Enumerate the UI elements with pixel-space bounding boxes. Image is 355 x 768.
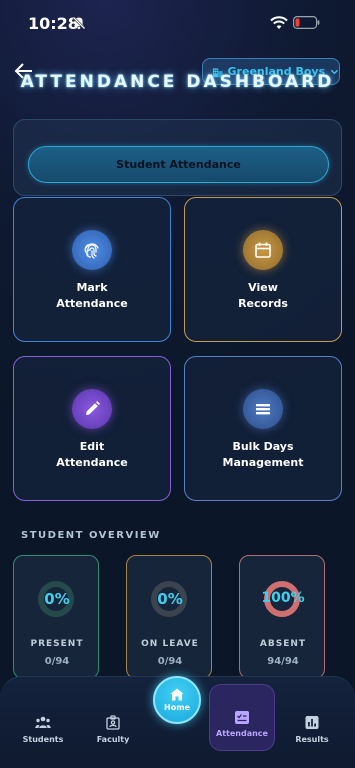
- calendar-icon: [243, 230, 283, 270]
- stack-icon: [243, 389, 283, 429]
- student-attendance-button[interactable]: Student Attendance: [28, 146, 329, 183]
- on-leave-percent: 0%: [157, 590, 183, 608]
- bulk-days-line1: Bulk Days: [232, 440, 294, 453]
- view-records-line2: Records: [238, 297, 288, 310]
- absent-percent: 100%: [261, 590, 305, 606]
- nav-faculty-label: Faculty: [96, 735, 130, 744]
- present-percent: 0%: [44, 590, 70, 608]
- bell-muted-icon: [72, 16, 86, 30]
- view-records-card[interactable]: View Records: [184, 197, 342, 342]
- home-icon: [170, 688, 184, 701]
- edit-attendance-line1: Edit: [79, 440, 105, 453]
- absent-label: ABSENT: [259, 639, 307, 649]
- student-overview-heading: STUDENT OVERVIEW: [21, 530, 161, 541]
- present-count: 0/94: [44, 656, 70, 667]
- mark-attendance-label: Mark Attendance: [27, 280, 157, 312]
- on-leave-count: 0/94: [157, 656, 183, 667]
- fingerprint-icon: [72, 230, 112, 270]
- status-bar: 10:28: [0, 0, 355, 46]
- home-label: Home: [164, 703, 190, 712]
- bar-chart-icon: [305, 716, 319, 729]
- present-label: PRESENT: [30, 639, 84, 649]
- on-leave-label: ON LEAVE: [141, 639, 199, 649]
- id-badge-icon: [106, 715, 120, 730]
- section-panel: Student Attendance: [13, 119, 342, 196]
- wifi-icon: [270, 16, 288, 29]
- people-group-icon: [35, 716, 51, 728]
- nav-attendance-label: Attendance: [216, 729, 268, 738]
- nav-students-label: Students: [22, 735, 64, 744]
- nav-results[interactable]: Results: [282, 715, 342, 744]
- edit-attendance-line2: Attendance: [56, 456, 128, 469]
- battery-icon: [293, 16, 320, 29]
- absent-count: 94/94: [267, 656, 299, 667]
- home-button[interactable]: Home: [153, 676, 201, 724]
- on-leave-stat-card: 0% ON LEAVE 0/94: [126, 555, 212, 679]
- mark-attendance-line2: Attendance: [56, 297, 128, 310]
- nav-faculty[interactable]: Faculty: [83, 715, 143, 744]
- edit-attendance-card[interactable]: Edit Attendance: [13, 356, 171, 501]
- absent-stat-card: 100% ABSENT 94/94: [239, 555, 325, 679]
- bulk-days-management-card[interactable]: Bulk Days Management: [184, 356, 342, 501]
- mark-attendance-card[interactable]: Mark Attendance: [13, 197, 171, 342]
- pencil-icon: [72, 389, 112, 429]
- page-title: ATTENDANCE DASHBOARD: [20, 72, 335, 92]
- nav-attendance[interactable]: Attendance: [209, 684, 275, 751]
- view-records-label: View Records: [198, 280, 328, 312]
- attendance-checklist-icon: [235, 711, 249, 724]
- nav-results-label: Results: [295, 735, 329, 744]
- view-records-line1: View: [248, 281, 278, 294]
- mark-attendance-line1: Mark: [76, 281, 108, 294]
- nav-students[interactable]: Students: [13, 715, 73, 744]
- bulk-days-management-label: Bulk Days Management: [198, 439, 328, 471]
- present-stat-card: 0% PRESENT 0/94: [13, 555, 99, 679]
- bulk-days-line2: Management: [222, 456, 304, 469]
- edit-attendance-label: Edit Attendance: [27, 439, 157, 471]
